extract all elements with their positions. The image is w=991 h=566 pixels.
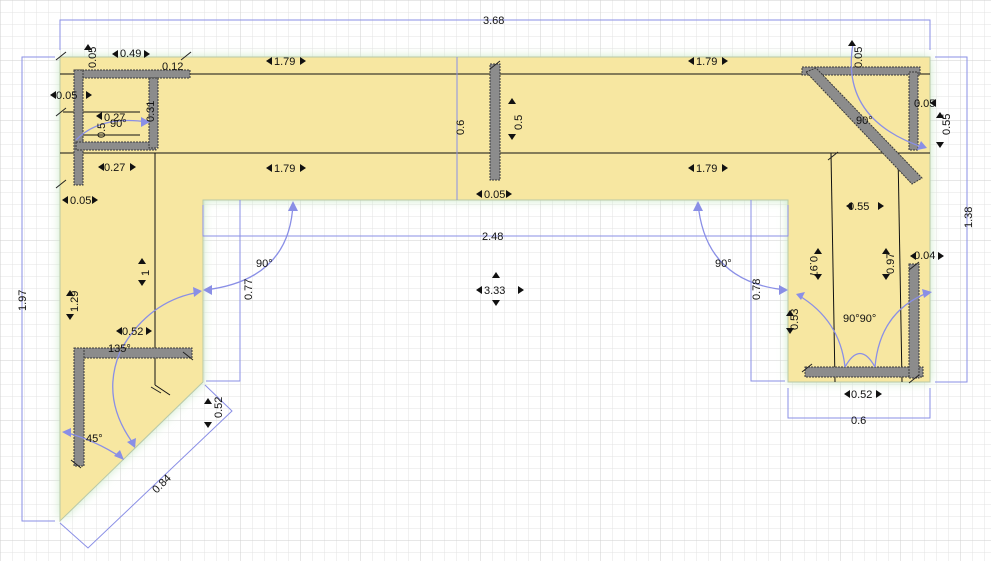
label-right-height: 1.38 xyxy=(963,207,975,228)
label-diagonal-offset: 0.52 xyxy=(213,397,225,418)
label-center-area: 3.33 xyxy=(484,285,505,297)
angle-tr-corner: 90° xyxy=(856,115,873,127)
label-left-gap: 0.77 xyxy=(243,279,255,300)
wall-center xyxy=(489,63,501,181)
label-tl-top-width: 0.49 xyxy=(120,48,141,60)
wall-tr-right xyxy=(908,71,919,151)
angle-left-obtuse: 135° xyxy=(108,343,131,355)
label-center-wall: 0.5 xyxy=(513,115,525,130)
wall-tl-mid xyxy=(75,141,157,151)
wall-br-horizontal xyxy=(804,366,924,378)
label-inner-span: 2.48 xyxy=(482,231,503,243)
label-tl-v2: 0.31 xyxy=(145,101,157,122)
wall-br-vertical xyxy=(908,263,920,379)
wall-bl-horizontal xyxy=(73,347,193,359)
label-tl-v3: 0.5 xyxy=(96,123,108,138)
angle-right-corner: 90° xyxy=(715,258,732,270)
label-lower-beam-right: 1.79 xyxy=(696,163,717,175)
angle-tl-inner: 90° xyxy=(110,118,127,130)
label-top-beam-right: 1.79 xyxy=(696,56,717,68)
label-top-beam-left: 1.79 xyxy=(274,56,295,68)
label-right-gap: 0.78 xyxy=(751,279,763,300)
wall-tl-left xyxy=(73,69,84,186)
label-left-depth: 1 xyxy=(140,270,152,276)
label-right-v-right: 0.97 xyxy=(885,253,897,274)
angle-left-acute: 45° xyxy=(86,433,103,445)
angle-left-corner: 90° xyxy=(256,258,273,270)
label-overall-height: 1.97 xyxy=(17,290,29,311)
label-right-stub: 0.04 xyxy=(914,250,935,262)
label-right-bottom-width: 0.6 xyxy=(851,415,866,427)
floor-plan-drawing[interactable]: 3.68 1.97 1.38 2.48 0.6 0.84 0.52 0.6 0.… xyxy=(0,0,991,561)
angle-br-double: 90°90° xyxy=(843,313,876,325)
label-center-wall-thickness: 0.05 xyxy=(484,189,505,201)
wall-bl-vertical xyxy=(73,347,85,467)
label-left-bottom-arm: 0.52 xyxy=(122,326,143,338)
label-tl-side-thickness: 0.05 xyxy=(70,195,91,207)
label-overall-width: 3.68 xyxy=(483,15,504,27)
label-tl-mid-width: 0.27 xyxy=(104,162,125,174)
label-center-depth: 0.6 xyxy=(455,120,467,135)
label-lower-beam-left: 1.79 xyxy=(274,163,295,175)
floor-plan-canvas[interactable]: 3.68 1.97 1.38 2.48 0.6 0.84 0.52 0.6 0.… xyxy=(0,0,991,561)
label-right-bottom-arm: 0.52 xyxy=(851,389,872,401)
label-tr-top: 0.05 xyxy=(853,47,865,68)
label-tl-top-stub: 0.12 xyxy=(162,61,183,73)
label-tl-left-thickness: 0.05 xyxy=(56,90,77,102)
